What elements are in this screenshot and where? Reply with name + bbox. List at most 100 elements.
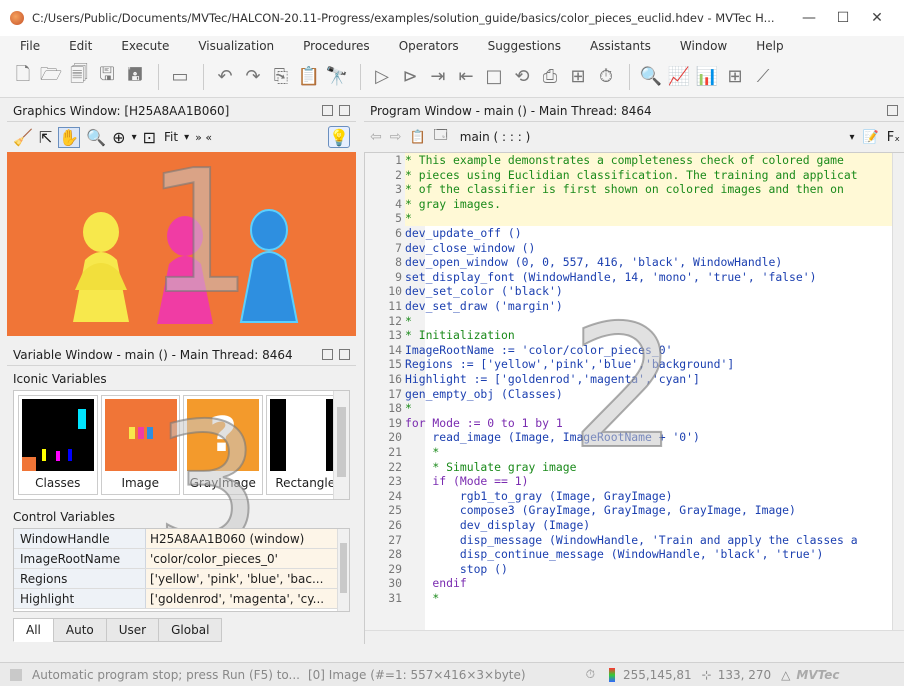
line-profile-icon[interactable]: 📊 <box>694 64 720 90</box>
code-line[interactable]: 11 dev_set_draw ('margin') <box>365 299 562 314</box>
profiler-icon[interactable]: ⏱ <box>593 64 619 90</box>
table-row[interactable]: ImageRootName 'color/color_pieces_0' <box>14 549 349 569</box>
copy-icon[interactable]: ⎘ <box>268 64 294 90</box>
code-line[interactable]: 2 * pieces using Euclidian classification… <box>365 168 857 183</box>
procedure-list-icon[interactable]: 📋 <box>409 130 425 145</box>
tab-global[interactable]: Global <box>158 618 223 642</box>
menu-file[interactable]: File <box>0 39 49 53</box>
menu-window[interactable]: Window <box>660 39 736 53</box>
iconic-var-grayimage[interactable]: ? GrayImage <box>183 395 263 495</box>
stop-icon[interactable]: □ <box>481 64 507 90</box>
tab-user[interactable]: User <box>105 618 160 642</box>
code-line[interactable]: 12 * <box>365 314 412 329</box>
fit-label[interactable]: Fit <box>164 130 178 144</box>
open-example-icon[interactable]: 🗐 <box>66 64 92 90</box>
run-to-icon[interactable]: ⊳ <box>397 64 423 90</box>
minimize-button[interactable]: — <box>792 10 826 26</box>
tab-auto[interactable]: Auto <box>52 618 107 642</box>
code-line[interactable]: 26 dev_display (Image) <box>365 518 590 533</box>
close-panel-icon[interactable] <box>339 349 350 360</box>
table-row[interactable]: WindowHandle H25A8AA1B060 (window) <box>14 529 349 549</box>
zoom-icon[interactable]: 🔍 <box>638 64 664 90</box>
zoom-dropdown-icon[interactable]: ▾ <box>132 132 137 143</box>
iconic-var-classes[interactable]: Classes <box>18 395 98 495</box>
histogram-icon[interactable]: 📈 <box>666 64 692 90</box>
float-icon[interactable] <box>322 105 333 116</box>
code-line[interactable]: 6 dev_update_off () <box>365 226 521 241</box>
code-line[interactable]: 13 * Initialization <box>365 328 514 343</box>
find-icon[interactable]: 🔭 <box>324 64 350 90</box>
horizontal-splitter[interactable] <box>7 336 356 344</box>
table-row[interactable]: Regions ['yellow', 'pink', 'blue', 'bac.… <box>14 569 349 589</box>
image-display[interactable]: 1 <box>7 152 356 336</box>
step-into-icon[interactable]: ⇤ <box>453 64 479 90</box>
edit-procedure-icon[interactable]: 📝 <box>863 130 879 145</box>
procedure-dropdown-icon[interactable]: ▾ <box>850 132 855 143</box>
code-line[interactable]: 4 * gray images. <box>365 197 501 212</box>
tab-all[interactable]: All <box>13 618 54 642</box>
redo-icon[interactable]: ↷ <box>240 64 266 90</box>
forward-arrow-icon[interactable]: ⇨ <box>390 129 402 145</box>
code-line[interactable]: 17 gen_empty_obj (Classes) <box>365 387 562 402</box>
code-editor[interactable]: 1 * This example demonstrates a completen… <box>364 152 904 644</box>
code-line[interactable]: 20 read_image (Image, ImageRootName + '0… <box>365 430 700 445</box>
zoom-in-icon[interactable]: ⊕ <box>112 128 125 147</box>
code-line[interactable]: 1 * This example demonstrates a completen… <box>365 153 844 168</box>
deactivate-icon[interactable]: ⊞ <box>565 64 591 90</box>
code-line[interactable]: 5 * <box>365 211 412 226</box>
code-line[interactable]: 3 * of the classifier is first shown on c… <box>365 182 844 197</box>
procedure-selector[interactable]: main ( : : : ) <box>460 130 531 144</box>
feature-icon[interactable]: ⊞ <box>722 64 748 90</box>
iconic-scrollbar[interactable] <box>333 391 349 499</box>
code-line[interactable]: 21 * <box>365 445 439 460</box>
code-line[interactable]: 24 rgb1_to_gray (Image, GrayImage) <box>365 489 672 504</box>
menu-help[interactable]: Help <box>736 39 792 53</box>
code-line[interactable]: 8 dev_open_window (0, 0, 557, 416, 'black… <box>365 255 782 270</box>
code-line[interactable]: 29 stop () <box>365 562 508 577</box>
code-line[interactable]: 18 * <box>365 401 412 416</box>
save-icon[interactable]: 🖫 <box>94 64 120 90</box>
code-line[interactable]: 28 disp_continue_message (WindowHandle, … <box>365 547 823 562</box>
float-icon[interactable] <box>322 349 333 360</box>
code-line[interactable]: 7 dev_close_window () <box>365 241 535 256</box>
undo-icon[interactable]: ↶ <box>212 64 238 90</box>
code-line[interactable]: 10 dev_set_color ('black') <box>365 284 562 299</box>
code-line[interactable]: 25 compose3 (GrayImage, GrayImage, GrayI… <box>365 503 796 518</box>
code-line[interactable]: 16 Highlight := ['goldenrod','magenta','c… <box>365 372 700 387</box>
close-panel-icon[interactable] <box>339 105 350 116</box>
code-line[interactable]: 23 if (Mode == 1) <box>365 474 528 489</box>
lightbulb-icon[interactable]: 💡 <box>328 126 350 148</box>
code-line[interactable]: 19 for Mode := 0 to 1 by 1 <box>365 416 562 431</box>
maximize-button[interactable]: ☐ <box>826 10 860 26</box>
fit-icon[interactable]: ⊡ <box>143 128 156 147</box>
menu-visualization[interactable]: Visualization <box>178 39 283 53</box>
code-line[interactable]: 9 set_display_font (WindowHandle, 14, 'mo… <box>365 270 816 285</box>
new-file-icon[interactable]: 🗋 <box>10 64 36 90</box>
print-icon[interactable]: ▭ <box>167 64 193 90</box>
code-line[interactable]: 27 disp_message (WindowHandle, 'Train an… <box>365 533 857 548</box>
inspect-icon[interactable]: ⟋ <box>750 64 776 90</box>
code-line[interactable]: 15 Regions := ['yellow','pink','blue','ba… <box>365 357 734 372</box>
procedure-icon[interactable]: 🗔 <box>434 126 448 148</box>
control-scrollbar[interactable] <box>337 529 349 611</box>
back-arrow-icon[interactable]: ⇦ <box>370 129 382 145</box>
close-button[interactable]: ✕ <box>860 10 894 26</box>
menu-assistants[interactable]: Assistants <box>570 39 660 53</box>
clear-brush-icon[interactable]: 🧹 <box>13 128 33 147</box>
code-horizontal-scrollbar[interactable] <box>365 630 904 644</box>
menu-execute[interactable]: Execute <box>101 39 178 53</box>
hand-pan-icon[interactable]: ✋ <box>58 126 81 148</box>
menu-edit[interactable]: Edit <box>49 39 101 53</box>
code-line[interactable]: 31 * <box>365 591 439 606</box>
iconic-var-image[interactable]: Image <box>100 395 180 495</box>
reset-icon[interactable]: ⟲ <box>509 64 535 90</box>
menu-operators[interactable]: Operators <box>379 39 468 53</box>
code-line[interactable]: 14 ImageRootName := 'color/color_pieces_0… <box>365 343 672 358</box>
table-row[interactable]: Highlight ['goldenrod', 'magenta', 'cy..… <box>14 589 349 609</box>
save-as-icon[interactable]: 🖪 <box>122 64 148 90</box>
fit-dropdown-icon[interactable]: ▾ <box>184 132 189 143</box>
menu-procedures[interactable]: Procedures <box>283 39 379 53</box>
more-tools-icon[interactable]: » « <box>195 131 212 144</box>
menu-suggestions[interactable]: Suggestions <box>468 39 570 53</box>
activate-icon[interactable]: ⎙ <box>537 64 563 90</box>
